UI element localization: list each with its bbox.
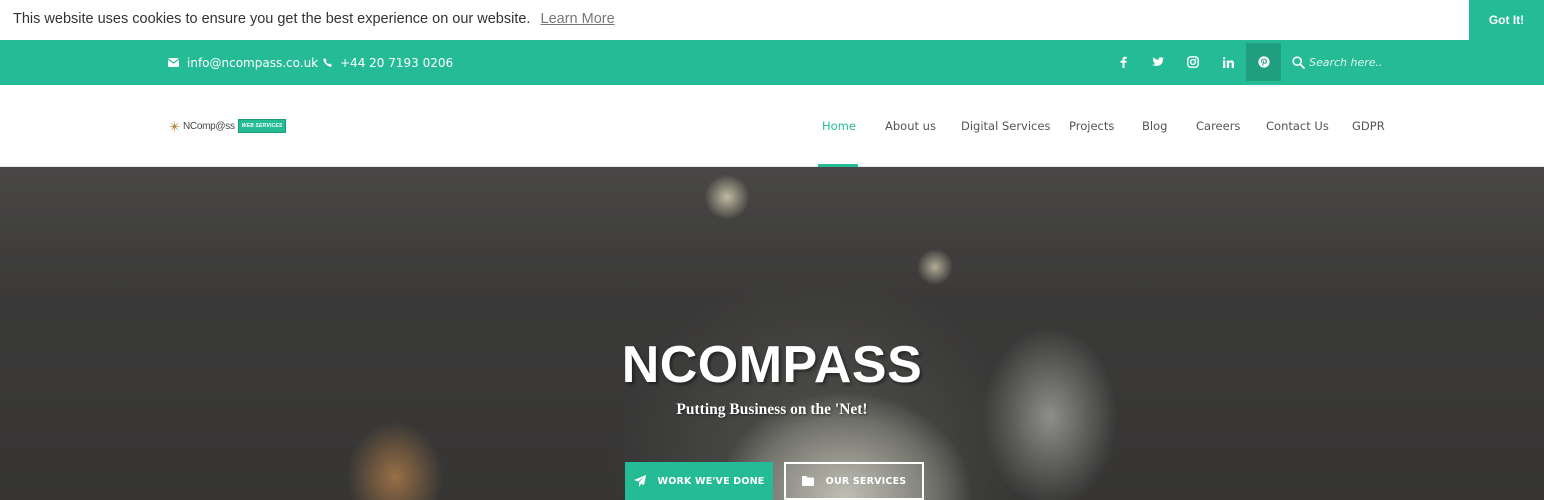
work-done-button[interactable]: WORK WE'VE DONE xyxy=(625,462,773,500)
nav-blog[interactable]: Blog xyxy=(1142,119,1167,133)
logo-badge: WEB SERVICES xyxy=(237,119,287,133)
nav-gdpr[interactable]: GDPR xyxy=(1352,119,1385,133)
facebook-icon[interactable] xyxy=(1106,43,1141,81)
hero-tagline: Putting Business on the 'Net! xyxy=(676,401,868,418)
got-it-button[interactable]: Got It! xyxy=(1469,0,1544,40)
site-logo[interactable]: NComp@ss WEB SERVICES xyxy=(168,119,287,133)
paper-plane-icon xyxy=(633,475,646,487)
hero-overlay xyxy=(0,167,1544,500)
compass-star-icon xyxy=(168,119,181,133)
hero-banner: NCOMPASS Putting Business on the 'Net! W… xyxy=(0,167,1544,500)
hero-title: NCOMPASS xyxy=(621,336,923,394)
cookie-banner: This website uses cookies to ensure you … xyxy=(0,0,1544,40)
logo-text: NComp@ss xyxy=(183,120,235,132)
cookie-message-text: This website uses cookies to ensure you … xyxy=(13,11,531,27)
our-services-label: OUR SERVICES xyxy=(825,475,907,487)
top-contact-bar: info@ncompass.co.uk +44 20 7193 0206 xyxy=(0,40,1544,85)
search-box xyxy=(1292,40,1429,85)
email-text: info@ncompass.co.uk xyxy=(187,55,319,70)
our-services-button[interactable]: OUR SERVICES xyxy=(784,462,924,500)
pinterest-icon[interactable] xyxy=(1246,43,1281,81)
email-contact[interactable]: info@ncompass.co.uk xyxy=(168,40,318,85)
folder-icon xyxy=(801,476,814,486)
nav-about-us[interactable]: About us xyxy=(885,119,936,133)
cookie-message: This website uses cookies to ensure you … xyxy=(13,11,615,27)
twitter-icon[interactable] xyxy=(1140,43,1175,81)
nav-contact-us[interactable]: Contact Us xyxy=(1266,119,1329,133)
linkedin-icon[interactable] xyxy=(1211,43,1246,81)
site-header: NComp@ss WEB SERVICES Home About us Digi… xyxy=(0,85,1544,167)
nav-careers[interactable]: Careers xyxy=(1196,119,1240,133)
nav-projects[interactable]: Projects xyxy=(1069,119,1114,133)
nav-home[interactable]: Home xyxy=(822,119,856,133)
learn-more-link[interactable]: Learn More xyxy=(541,11,615,27)
phone-contact[interactable]: +44 20 7193 0206 xyxy=(323,40,453,85)
envelope-icon xyxy=(168,58,179,67)
instagram-icon[interactable] xyxy=(1175,43,1210,81)
search-input[interactable] xyxy=(1309,56,1429,69)
nav-digital-services[interactable]: Digital Services xyxy=(961,119,1050,133)
work-done-label: WORK WE'VE DONE xyxy=(657,475,765,487)
phone-text: +44 20 7193 0206 xyxy=(340,55,454,70)
phone-icon xyxy=(323,58,332,67)
search-icon[interactable] xyxy=(1292,56,1305,69)
